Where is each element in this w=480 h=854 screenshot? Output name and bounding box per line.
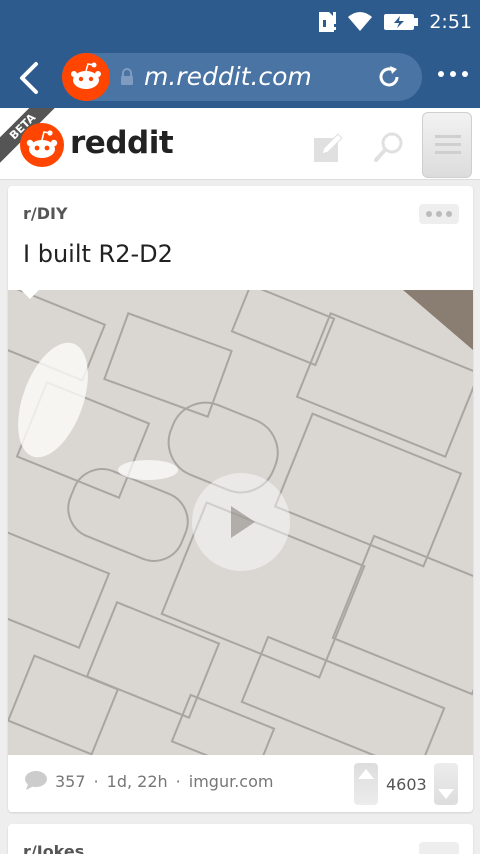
site-favicon-icon	[62, 53, 110, 101]
post-options-icon[interactable]	[419, 204, 459, 224]
post-age: 1d, 22h	[106, 772, 168, 791]
sim-alert-icon	[319, 12, 337, 32]
downvote-arrow-icon	[438, 789, 454, 799]
search-icon[interactable]	[372, 130, 406, 164]
subreddit-link[interactable]: r/Jokes	[23, 842, 84, 854]
subreddit-link[interactable]: r/DIY	[23, 204, 68, 223]
post-domain[interactable]: imgur.com	[189, 772, 274, 791]
play-icon[interactable]	[192, 473, 290, 571]
compose-icon[interactable]	[312, 132, 344, 164]
comment-icon[interactable]	[24, 770, 48, 790]
media-notch	[20, 289, 40, 299]
status-time: 2:51	[429, 11, 472, 33]
browser-toolbar: m.reddit.com	[0, 48, 480, 108]
reddit-wordmark[interactable]: reddit	[70, 125, 174, 161]
address-bar[interactable]: m.reddit.com	[62, 53, 422, 101]
post-card[interactable]: r/Jokes	[8, 824, 473, 854]
post-card[interactable]: r/DIY I built R2-D2 357 · 1d, 22h · imgu…	[8, 186, 473, 812]
meta-separator: ·	[93, 772, 99, 791]
hamburger-menu-icon[interactable]	[422, 112, 472, 178]
status-bar: 2:51	[0, 0, 480, 48]
upvote-button[interactable]	[354, 763, 378, 805]
more-options-icon[interactable]	[438, 71, 468, 77]
back-arrow-icon[interactable]	[14, 60, 48, 96]
reload-icon[interactable]	[376, 64, 402, 90]
post-meta: 357 · 1d, 22h · imgur.com	[55, 772, 273, 791]
downvote-button[interactable]	[434, 763, 458, 805]
score: 4603	[386, 775, 427, 794]
status-icons: 2:51	[317, 10, 472, 34]
meta-separator: ·	[175, 772, 181, 791]
post-footer: 357 · 1d, 22h · imgur.com 4603	[8, 755, 473, 812]
post-options-icon[interactable]	[419, 842, 459, 854]
comment-count[interactable]: 357	[55, 772, 86, 791]
upvote-arrow-icon	[358, 769, 374, 779]
reddit-logo-icon[interactable]	[20, 123, 64, 167]
battery-charging-icon	[384, 14, 419, 30]
url-text: m.reddit.com	[144, 62, 312, 91]
lock-icon	[121, 68, 133, 85]
reddit-header: BETA reddit	[0, 108, 480, 180]
wifi-icon	[348, 12, 373, 31]
post-title[interactable]: I built R2-D2	[23, 240, 173, 268]
